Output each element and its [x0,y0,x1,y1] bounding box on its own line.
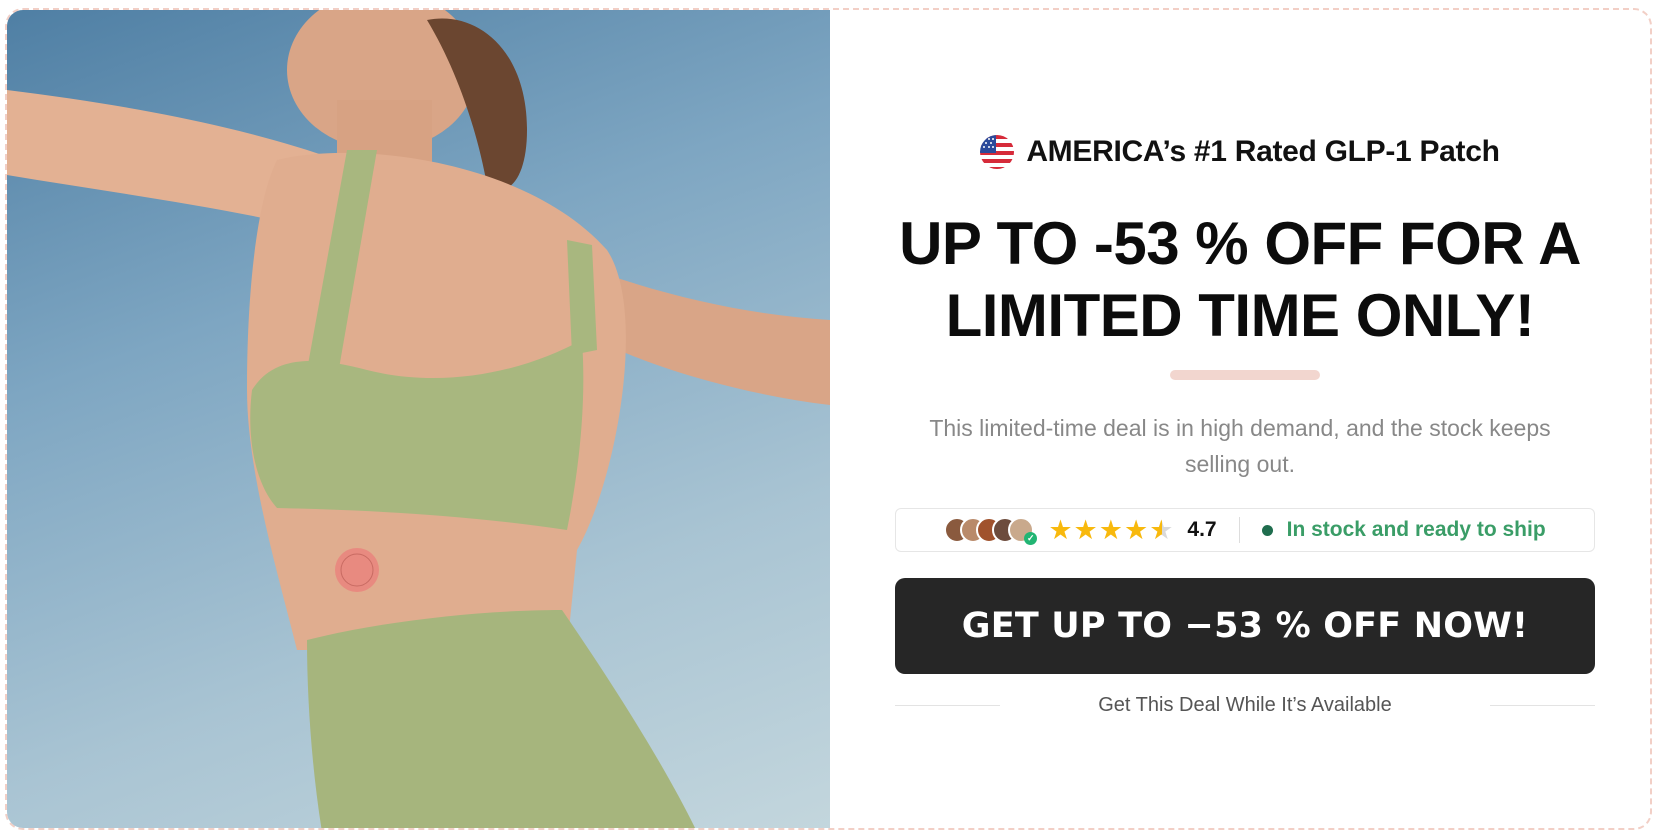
rating-badge: AMERICA’s #1 Rated GLP-1 Patch [830,135,1650,169]
rating-value: 4.7 [1187,518,1217,541]
star-icon: ★ [1048,514,1073,545]
subtext: This limited-time deal is in high demand… [929,415,1551,477]
badge-text: AMERICA’s #1 Rated GLP-1 Patch [1026,135,1500,168]
headline-line-1: UP TO -53 % OFF FOR A [899,210,1581,277]
stock-status-dot-icon [1261,524,1273,536]
star-rating: ★ ★ ★ ★ ★ [1048,514,1174,545]
star-icon: ★ [1123,514,1149,545]
headline-line-2: LIMITED TIME ONLY! [945,282,1535,349]
customer-avatars: ✓ [944,517,1038,545]
half-star-icon: ★ [1149,514,1174,545]
hero-illustration [7,10,830,828]
us-flag-icon [980,135,1015,169]
divider [1170,370,1320,380]
footer-row: Get This Deal While It’s Available [895,694,1595,717]
social-proof-bar: ✓ ★ ★ ★ ★ ★ 4.7 In stock and ready to sh… [895,508,1595,552]
stock-status: In stock and ready to ship [1286,518,1546,541]
promo-content: AMERICA’s #1 Rated GLP-1 Patch UP TO -53… [830,10,1650,828]
star-icon: ★ [1098,514,1123,545]
headline: UP TO -53 % OFF FOR A LIMITED TIME ONLY! [870,208,1610,352]
verified-check-icon: ✓ [1024,532,1038,545]
avatar: ✓ [1008,517,1038,545]
separator [1238,517,1240,543]
footer-text: Get This Deal While It’s Available [1098,694,1392,716]
footer-line-right [1489,705,1595,706]
promo-card: AMERICA’s #1 Rated GLP-1 Patch UP TO -53… [5,8,1652,830]
star-icon: ★ [1073,514,1098,545]
cta-button[interactable]: GET UP TO −53 % OFF NOW! [895,578,1595,674]
hero-image [7,10,830,828]
footer-line-left [895,705,1000,706]
